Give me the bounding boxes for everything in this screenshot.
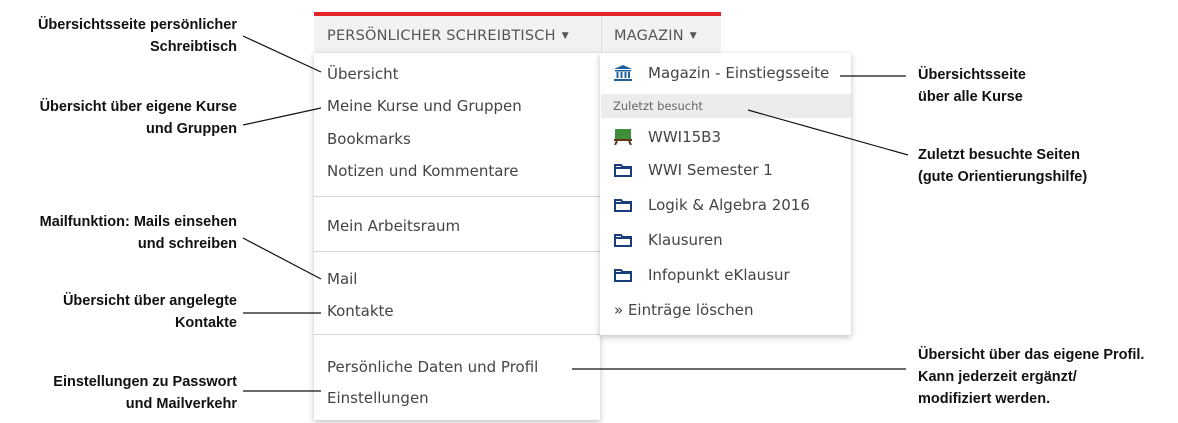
annotation-recent: Zuletzt besuchte Seiten (gute Orientieru… [918,144,1087,188]
annotation-line: (gute Orientierungshilfe) [918,169,1088,185]
annotation-line: Kontakte [174,315,237,331]
annotation-line: und Mailverkehr [125,396,237,412]
annotation-line: Übersicht über eigene Kurse [39,99,237,115]
annotation-overview: Übersichtsseite persönlicher Schreibtisc… [38,14,237,58]
annotation-line: Zuletzt besuchte Seiten [918,147,1080,163]
annotation-line: Kann jederzeit ergänzt/ [918,369,1077,385]
annotation-line: Schreibtisch [149,39,237,55]
annotation-line: Einstellungen zu Passwort [53,374,237,390]
annotation-line: Übersichtsseite [918,67,1026,83]
annotation-line: und Gruppen [145,121,237,137]
annotation-line: modifiziert werden. [918,391,1051,407]
annotation-line: Übersicht über angelegte [62,293,237,309]
annotation-line: Mailfunktion: Mails einsehen [39,214,237,230]
annotation-settings: Einstellungen zu Passwort und Mailverkeh… [53,371,237,415]
annotation-line: über alle Kurse [918,89,1023,105]
annotation-mail: Mailfunktion: Mails einsehen und schreib… [40,211,237,255]
annotation-line: Übersichtsseite persönlicher [37,17,237,33]
annotation-courses: Übersicht über eigene Kurse und Gruppen [40,96,237,140]
annotation-magazin-entry: Übersichtsseite über alle Kurse [918,64,1026,108]
annotation-contacts: Übersicht über angelegte Kontakte [63,290,237,334]
annotation-line: und schreiben [137,236,237,252]
annotation-profile: Übersicht über das eigene Profil. Kann j… [918,344,1144,410]
annotation-line: Übersicht über das eigene Profil. [918,347,1145,363]
